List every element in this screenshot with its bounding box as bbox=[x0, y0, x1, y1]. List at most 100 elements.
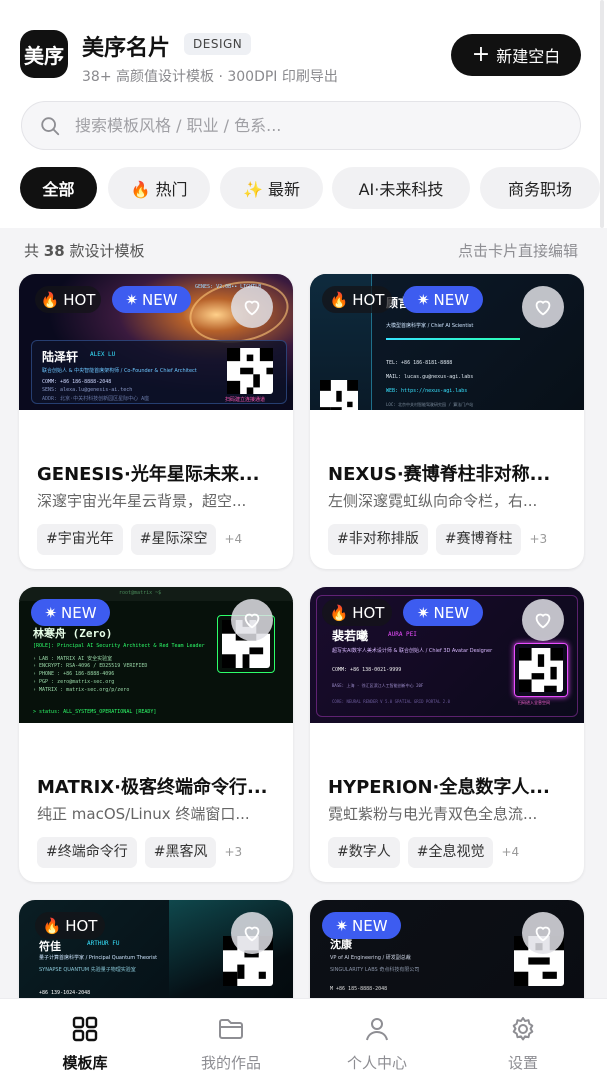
template-card-hyperion[interactable]: 裴若曦 AURA PEI 超写实AI数字人美术设计师 & 联合创始人 / Chi… bbox=[310, 587, 584, 882]
tag[interactable]: #宇宙光年 bbox=[37, 523, 123, 555]
tags-more-count: +4 bbox=[501, 845, 520, 859]
fire-icon: 🔥 bbox=[329, 290, 349, 309]
template-card-genesis[interactable]: GENES: V2.0B∙∙ LIGHTLB 陆泽轩 ALEX LU 联合创始人… bbox=[19, 274, 293, 569]
hot-badge: 🔥 HOT bbox=[322, 599, 392, 626]
card-title: MATRIX·极客终端命令行... bbox=[37, 777, 268, 798]
count-value: 38 bbox=[43, 242, 65, 260]
qr-code-icon bbox=[227, 348, 273, 394]
favorite-button[interactable] bbox=[231, 599, 273, 641]
thumb-qr-caption: 扫码进入全息空间 bbox=[518, 700, 550, 705]
favorite-button[interactable] bbox=[231, 912, 273, 954]
tag[interactable]: #黑客风 bbox=[144, 836, 217, 868]
new-badge: ✷ NEW bbox=[31, 599, 110, 626]
card-tags: #终端命令行 #黑客风 +3 bbox=[37, 836, 242, 868]
fire-icon: 🔥 bbox=[329, 603, 349, 622]
card-title: NEXUS·赛博脊柱非对称... bbox=[328, 464, 551, 485]
filter-chip-ai-future[interactable]: AI·未来科技 bbox=[332, 167, 470, 209]
card-description: 深邃宇宙光年星云背景，超空... bbox=[37, 492, 247, 510]
tag[interactable]: #终端命令行 bbox=[37, 836, 137, 868]
favorite-button[interactable] bbox=[231, 286, 273, 328]
hot-badge: 🔥 HOT bbox=[35, 912, 105, 939]
new-badge-label: NEW bbox=[142, 290, 178, 309]
thumb-role: 联合创始人 & 中央智能首席架构师 / Co-Founder & Chief A… bbox=[42, 368, 197, 374]
thumb-progress-line bbox=[386, 338, 520, 340]
template-count-row: 共 38 款设计模板 点击卡片直接编辑 bbox=[24, 240, 580, 260]
hot-badge-label: HOT bbox=[352, 290, 385, 309]
new-badge: ✷ NEW bbox=[322, 912, 401, 939]
count-suffix: 款设计模板 bbox=[69, 242, 145, 260]
tag[interactable]: #数字人 bbox=[328, 836, 400, 868]
nav-profile[interactable]: 个人中心 bbox=[317, 999, 437, 1080]
qr-code-icon bbox=[320, 380, 358, 410]
thumb-name: 林寒舟 (Zero) bbox=[33, 627, 113, 640]
thumb-name: 裴若曦 bbox=[332, 629, 369, 643]
nav-my-works[interactable]: 我的作品 bbox=[171, 999, 291, 1080]
template-card-nexus[interactable]: 顾言辰 大模型首席科学家 / Chief AI Scientist TEL: +… bbox=[310, 274, 584, 569]
edit-hint: 点击卡片直接编辑 bbox=[457, 242, 578, 260]
heart-icon bbox=[244, 300, 260, 316]
filter-chip-all[interactable]: 全部 bbox=[20, 167, 97, 209]
sparkle-icon: ✷ bbox=[44, 603, 58, 622]
plus-icon: + bbox=[471, 42, 491, 67]
hot-badge: 🔥 HOT bbox=[322, 286, 392, 313]
tag[interactable]: #赛博脊柱 bbox=[435, 523, 522, 555]
tags-more-count: +3 bbox=[529, 532, 548, 546]
sparkle-icon: ✷ bbox=[416, 290, 430, 309]
card-tags: #数字人 #全息视觉 +4 bbox=[328, 836, 519, 868]
card-description: 霓虹紫粉与电光青双色全息流... bbox=[328, 805, 538, 823]
thumb-web: WEB: https://nexus-agi.labs bbox=[386, 388, 468, 394]
thumb-phone: M +86 185-8888-2048 bbox=[330, 986, 388, 992]
thumb-addr: BASE: 上海 · 徐汇区滨江人工智能创新中心 20F bbox=[332, 683, 424, 688]
favorite-button[interactable] bbox=[522, 912, 564, 954]
nav-templates[interactable]: 模板库 bbox=[25, 999, 145, 1080]
thumb-line: › PHONE : +86 186-8888-4096 bbox=[33, 671, 115, 677]
search-bar[interactable] bbox=[21, 101, 581, 150]
sparkle-icon: ✷ bbox=[125, 290, 139, 309]
thumb-footer: CORE: NEURAL RENDER V 5.0 SPATIAL GRID P… bbox=[332, 699, 451, 704]
thumb-phone: +86 139-1024-2048 bbox=[39, 990, 91, 996]
thumb-name: 符佳 bbox=[39, 940, 61, 953]
thumb-en-name: ALEX LU bbox=[90, 351, 116, 358]
filter-chip-hot[interactable]: 🔥 热门 bbox=[108, 167, 210, 209]
search-input[interactable] bbox=[75, 102, 565, 149]
tag[interactable]: #星际深空 bbox=[130, 523, 217, 555]
tag[interactable]: #全息视觉 bbox=[407, 836, 494, 868]
nav-label: 模板库 bbox=[62, 1054, 108, 1072]
terminal-title: root@matrix ~$ bbox=[119, 590, 162, 596]
new-badge-label: NEW bbox=[352, 916, 388, 935]
hot-badge-label: HOT bbox=[65, 916, 98, 935]
filter-chips: 全部 🔥 热门 ✨ 最新 AI·未来科技 商务职场 bbox=[0, 167, 607, 211]
tag[interactable]: #非对称排版 bbox=[328, 523, 428, 555]
thumb-line: › ENCRYPT: RSA-4096 / ED25519 VERIFIED bbox=[33, 663, 148, 669]
user-icon bbox=[366, 1018, 388, 1041]
favorite-button[interactable] bbox=[522, 599, 564, 641]
thumb-comm: COMM: +86 138-0021-9999 bbox=[332, 667, 402, 673]
card-description: 左侧深邃霓虹纵向命令栏，右... bbox=[328, 492, 538, 510]
thumb-mail: SENS: alexa.lu@genesis-ai.tech bbox=[42, 387, 133, 393]
thumb-en-name: ARTHUR FU bbox=[87, 940, 120, 947]
thumb-comm: COMM: +86 186-8888-2048 bbox=[42, 379, 112, 385]
thumb-status: > status: ALL_SYSTEMS_OPERATIONAL [READY… bbox=[33, 709, 157, 715]
heart-icon bbox=[535, 300, 551, 316]
nav-label: 我的作品 bbox=[200, 1054, 261, 1072]
filter-chip-business[interactable]: 商务职场 bbox=[480, 167, 600, 209]
filter-chip-new[interactable]: ✨ 最新 bbox=[220, 167, 323, 209]
thumb-role: [ROLE]: Principal AI Security Architect … bbox=[33, 643, 205, 649]
thumb-en-name: AURA PEI bbox=[388, 631, 417, 638]
tags-more-count: +3 bbox=[224, 845, 243, 859]
new-badge: ✷ NEW bbox=[112, 286, 191, 313]
header-scrollbar[interactable] bbox=[600, 0, 604, 228]
new-badge-label: NEW bbox=[61, 603, 97, 622]
new-blank-button[interactable]: + 新建空白 bbox=[451, 34, 581, 76]
nav-settings[interactable]: 设置 bbox=[463, 999, 583, 1080]
sparkle-icon: ✷ bbox=[416, 603, 430, 622]
template-card-matrix[interactable]: root@matrix ~$ 林寒舟 (Zero) [ROLE]: Princi… bbox=[19, 587, 293, 882]
thumb-line: › PGP : zero@matrix-sec.org bbox=[33, 679, 115, 685]
hot-badge-label: HOT bbox=[352, 603, 385, 622]
heart-icon bbox=[244, 613, 260, 629]
favorite-button[interactable] bbox=[522, 286, 564, 328]
fire-icon: 🔥 bbox=[40, 290, 60, 309]
card-tags: #非对称排版 #赛博脊柱 +3 bbox=[328, 523, 547, 555]
app-header: 美序 美序名片 DESIGN 38+ 高颜值设计模板 · 300DPI 印刷导出… bbox=[0, 0, 607, 228]
nav-label: 设置 bbox=[507, 1054, 538, 1072]
